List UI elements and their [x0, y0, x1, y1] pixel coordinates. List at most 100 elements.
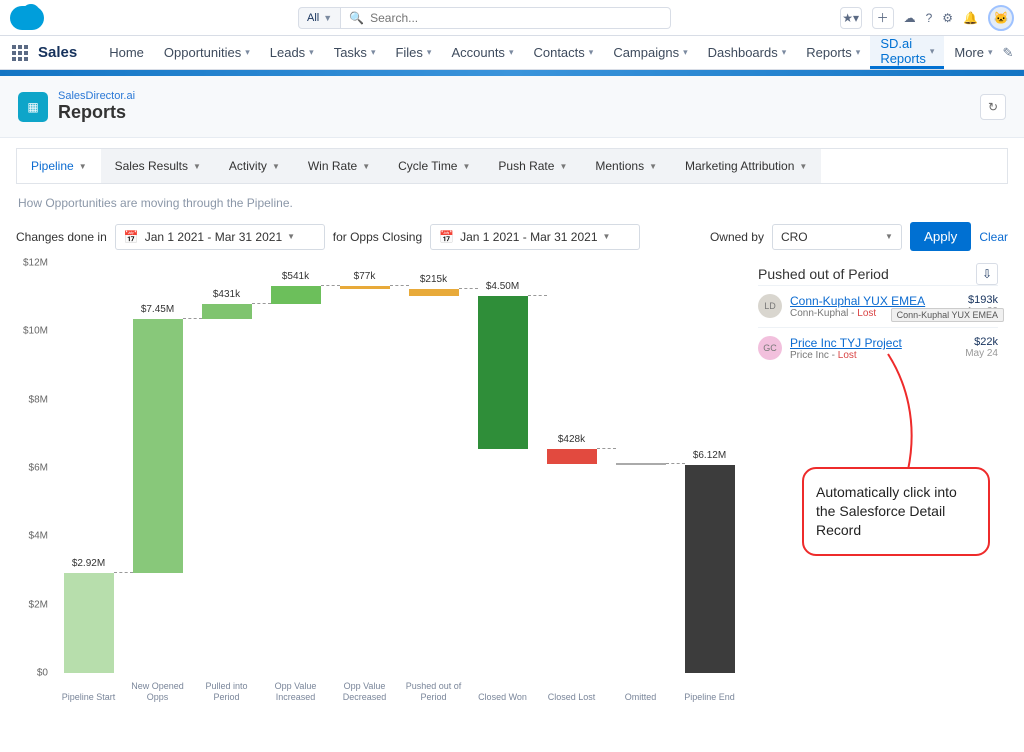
chevron-down-icon: ▾ [309, 47, 314, 58]
tab-pipeline[interactable]: Pipeline ▼ [17, 149, 101, 183]
calendar-icon: 📅 [124, 230, 139, 244]
tab-sales-results[interactable]: Sales Results ▼ [101, 149, 215, 183]
apply-button[interactable]: Apply [910, 222, 971, 251]
owner-label: Owned by [710, 230, 764, 244]
chevron-down-icon: ▼ [323, 13, 332, 23]
help-icon[interactable]: ? [926, 11, 933, 25]
report-app-icon: ▦ [18, 92, 48, 122]
nav-campaigns[interactable]: Campaigns▾ [603, 36, 697, 69]
bar-3[interactable] [271, 286, 321, 304]
x-category: Pulled into Period [197, 681, 257, 703]
nav-home[interactable]: Home [99, 36, 154, 69]
chevron-down-icon: ▾ [683, 47, 688, 58]
chevron-down-icon: ▼ [362, 162, 370, 171]
nav-accounts[interactable]: Accounts▾ [441, 36, 523, 69]
bar-label: $7.45M [123, 304, 193, 315]
bar-9[interactable] [685, 465, 735, 673]
favorites-icon[interactable]: ★▾ [840, 7, 862, 29]
x-category: Pushed out of Period [404, 681, 464, 703]
nav-dashboards[interactable]: Dashboards▾ [698, 36, 797, 69]
tab-push-rate[interactable]: Push Rate ▼ [484, 149, 581, 183]
edit-nav-icon[interactable]: ✎ [1003, 45, 1014, 61]
chevron-down-icon: ▼ [79, 162, 87, 171]
y-tick: $6M [29, 463, 48, 474]
tab-activity[interactable]: Activity ▼ [215, 149, 294, 183]
x-category: Omitted [611, 692, 671, 703]
x-category: Opp Value Increased [266, 681, 326, 703]
date-range-1[interactable]: 📅Jan 1 2021 - Mar 31 2021▼ [115, 224, 325, 250]
changes-label: Changes done in [16, 230, 107, 244]
y-tick: $0 [37, 668, 48, 679]
search-scope-selector[interactable]: All▼ [298, 7, 341, 29]
chevron-down-icon: ▼ [885, 232, 893, 241]
refresh-icon[interactable]: ↻ [980, 94, 1006, 120]
x-category: Closed Won [473, 692, 533, 703]
y-tick: $8M [29, 394, 48, 405]
chevron-down-icon: ▼ [559, 162, 567, 171]
y-tick: $2M [29, 599, 48, 610]
nav-reports[interactable]: Reports▾ [796, 36, 870, 69]
report-tabs: Pipeline ▼Sales Results ▼Activity ▼Win R… [16, 148, 1008, 184]
gear-icon[interactable]: ⚙ [942, 11, 953, 25]
opp-link[interactable]: Price Inc TYJ Project [790, 336, 957, 350]
chevron-down-icon: ▾ [245, 47, 250, 58]
bar-1[interactable] [133, 319, 183, 574]
bar-7[interactable] [547, 449, 597, 464]
opp-link[interactable]: Conn-Kuphal YUX EMEA [790, 294, 958, 308]
nav-sd-ai-reports[interactable]: SD.ai Reports▾ [870, 36, 944, 69]
nav-leads[interactable]: Leads▾ [260, 36, 324, 69]
notifications-icon[interactable]: 🔔 [963, 11, 978, 25]
bar-label: $431k [192, 289, 262, 300]
app-launcher-icon[interactable] [12, 45, 28, 61]
tab-marketing-attribution[interactable]: Marketing Attribution ▼ [671, 149, 821, 183]
calendar-icon: 📅 [439, 230, 454, 244]
chevron-down-icon: ▼ [193, 162, 201, 171]
owner-select[interactable]: CRO ▼ [772, 224, 902, 250]
bar-0[interactable] [64, 573, 114, 673]
account-badge: GC [758, 336, 782, 360]
report-body: Pipeline ▼Sales Results ▼Activity ▼Win R… [0, 138, 1024, 713]
bar-label: $77k [330, 271, 400, 282]
opp-amount: $193k [966, 294, 998, 306]
nav-opportunities[interactable]: Opportunities▾ [154, 36, 260, 69]
download-icon[interactable]: ⇩ [976, 263, 998, 285]
bar-4[interactable] [340, 286, 390, 289]
tab-cycle-time[interactable]: Cycle Time ▼ [384, 149, 484, 183]
owner-value: CRO [781, 230, 808, 244]
pipeline-waterfall-chart: $0$2M$4M$6M$8M$10M$12M $2.92MPipeline St… [16, 263, 746, 703]
y-tick: $10M [23, 326, 48, 337]
salesforce-logo [10, 6, 44, 30]
account-badge: LD [758, 294, 782, 318]
bar-5[interactable] [409, 289, 459, 296]
x-category: Opp Value Decreased [335, 681, 395, 703]
tab-win-rate[interactable]: Win Rate ▼ [294, 149, 384, 183]
nav-contacts[interactable]: Contacts▾ [523, 36, 603, 69]
bar-2[interactable] [202, 304, 252, 319]
bar-6[interactable] [478, 296, 528, 449]
salesforce-help-icon[interactable]: ☁ [904, 11, 916, 25]
search-input[interactable] [370, 11, 662, 25]
add-icon[interactable]: ＋ [872, 7, 894, 29]
avatar[interactable]: 🐱 [988, 5, 1014, 31]
bar-label: $215k [399, 274, 469, 285]
tab-mentions[interactable]: Mentions ▼ [581, 149, 671, 183]
nav-more[interactable]: More▾ [944, 36, 1002, 69]
date-range-2[interactable]: 📅Jan 1 2021 - Mar 31 2021▼ [430, 224, 640, 250]
bar-label: $2.92M [54, 558, 124, 569]
page-subtitle: SalesDirector.ai [58, 90, 135, 102]
x-category: Pipeline Start [59, 692, 119, 703]
opp-row: LDConn-Kuphal YUX EMEAConn-Kuphal - Lost… [758, 285, 998, 327]
chevron-down-icon: ▾ [427, 47, 432, 58]
search-icon: 🔍 [349, 11, 364, 25]
chevron-down-icon: ▾ [782, 47, 787, 58]
chevron-down-icon: ▼ [799, 162, 807, 171]
bar-8[interactable] [616, 463, 666, 465]
nav-tasks[interactable]: Tasks▾ [324, 36, 386, 69]
bar-label: $6.12M [675, 450, 745, 461]
page-title: Reports [58, 102, 135, 123]
nav-files[interactable]: Files▾ [385, 36, 441, 69]
opp-row: GCPrice Inc TYJ ProjectPrice Inc - Lost$… [758, 327, 998, 369]
bar-label: $4.50M [468, 281, 538, 292]
chevron-down-icon: ▾ [856, 47, 861, 58]
clear-button[interactable]: Clear [979, 230, 1008, 244]
